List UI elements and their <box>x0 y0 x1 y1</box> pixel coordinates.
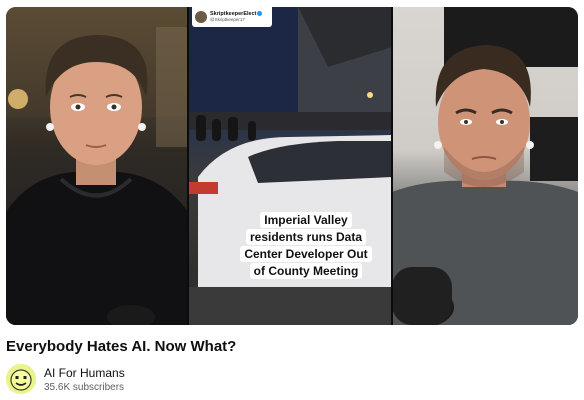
tweet-author-name: SkriptkeeperElect <box>210 10 257 17</box>
video-thumbnail[interactable]: SkriptkeeperElect @Skriptkeeper17 Imperi… <box>6 7 578 325</box>
smiley-face-icon <box>6 364 36 394</box>
subscriber-count: 35.6K subscribers <box>44 382 125 393</box>
panel-divider-right <box>391 7 393 325</box>
caption-line: of County Meeting <box>249 263 363 279</box>
tweet-attribution-badge: SkriptkeeperElect @Skriptkeeper17 <box>192 7 272 27</box>
video-caption: Imperial Valley residents runs Data Cent… <box>240 212 372 279</box>
verified-badge-icon <box>257 11 263 17</box>
left-host-panel <box>6 7 188 325</box>
caption-line: residents runs Data <box>245 229 367 245</box>
panel-divider-left <box>187 7 189 325</box>
caption-line: Imperial Valley <box>260 212 352 228</box>
right-host-panel <box>392 7 578 325</box>
right-host-image <box>392 7 578 325</box>
video-title[interactable]: Everybody Hates AI. Now What? <box>6 338 236 355</box>
caption-line: Center Developer Out <box>240 246 372 262</box>
channel-name[interactable]: AI For Humans <box>44 366 125 380</box>
tweet-handle: @Skriptkeeper17 <box>210 17 245 23</box>
left-host-image <box>6 7 188 325</box>
channel-avatar[interactable] <box>6 364 36 394</box>
tweet-avatar <box>195 11 207 23</box>
